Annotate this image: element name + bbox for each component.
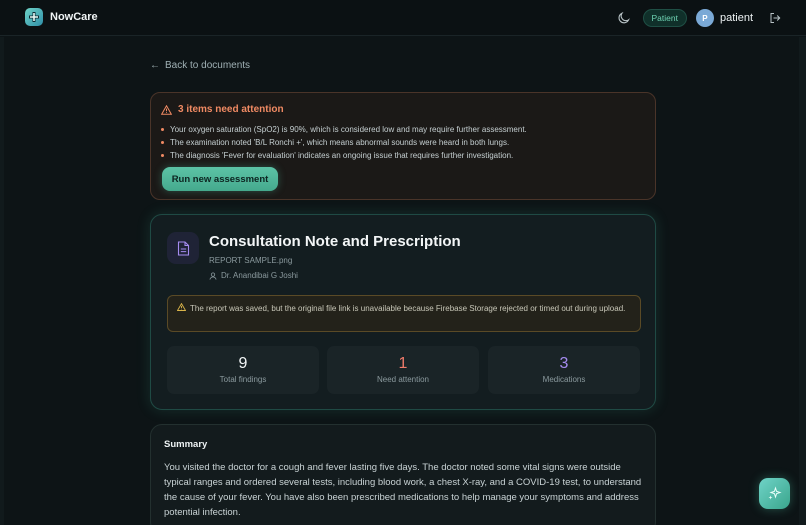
stat-medications[interactable]: 3 Medications	[488, 346, 640, 394]
user-name[interactable]: patient	[720, 12, 753, 24]
storage-warning-text: The report was saved, but the original f…	[190, 304, 626, 313]
summary-text: You visited the doctor for a cough and f…	[164, 462, 642, 518]
summary-card: Summary You visited the doctor for a cou…	[150, 424, 656, 525]
warning-triangle-icon	[177, 303, 186, 311]
run-new-assessment-button[interactable]: Run new assessment	[162, 167, 278, 191]
stat-label: Need attention	[376, 375, 430, 384]
attention-alert: 3 items need attention Your oxygen satur…	[150, 92, 656, 200]
alert-list: Your oxygen saturation (SpO2) is 90%, wh…	[161, 123, 527, 162]
back-to-documents-link[interactable]: ← Back to documents	[150, 60, 250, 71]
assistant-fab-button[interactable]	[759, 478, 790, 509]
storage-warning: The report was saved, but the original f…	[167, 295, 641, 332]
alert-item: The diagnosis 'Fever for evaluation' ind…	[161, 149, 527, 162]
arrow-left-icon: ←	[150, 60, 160, 71]
medical-cross-icon	[25, 8, 43, 26]
alert-item: Your oxygen saturation (SpO2) is 90%, wh…	[161, 123, 527, 136]
logout-icon	[770, 13, 781, 23]
top-bar: NowCare Patient P patient	[0, 0, 806, 36]
warning-triangle-icon	[161, 104, 172, 115]
user-icon	[209, 271, 217, 280]
summary-title: Summary	[164, 439, 208, 450]
document-card: Consultation Note and Prescription REPOR…	[150, 214, 656, 410]
stat-label: Total findings	[219, 375, 267, 384]
moon-icon	[618, 11, 630, 24]
brand[interactable]: NowCare	[25, 8, 98, 26]
sparkles-icon	[768, 486, 782, 500]
brand-name: NowCare	[50, 11, 98, 23]
stat-value: 3	[559, 355, 569, 372]
document-doctor: Dr. Anandibai G Joshi	[209, 271, 298, 280]
document-title: Consultation Note and Prescription	[209, 233, 461, 250]
stat-total-findings[interactable]: 9 Total findings	[167, 346, 319, 394]
role-badge: Patient	[642, 9, 687, 27]
theme-toggle-button[interactable]	[617, 11, 643, 25]
alert-title-row: 3 items need attention	[161, 104, 284, 115]
alert-title: 3 items need attention	[178, 104, 284, 115]
back-label: Back to documents	[165, 60, 251, 71]
stat-value: 9	[238, 355, 248, 372]
avatar[interactable]: P	[695, 9, 714, 27]
stat-value: 1	[398, 355, 408, 372]
page-edge-left	[0, 37, 4, 525]
document-file-name: REPORT SAMPLE.png	[209, 256, 293, 265]
stat-label: Medications	[542, 375, 586, 384]
stat-need-attention[interactable]: 1 Need attention	[327, 346, 479, 394]
logout-button[interactable]	[769, 12, 781, 24]
document-icon	[167, 232, 199, 264]
alert-item: The examination noted 'B/L Ronchi +', wh…	[161, 136, 527, 149]
scrollbar-track[interactable]	[799, 37, 806, 525]
doctor-name: Dr. Anandibai G Joshi	[221, 271, 298, 280]
